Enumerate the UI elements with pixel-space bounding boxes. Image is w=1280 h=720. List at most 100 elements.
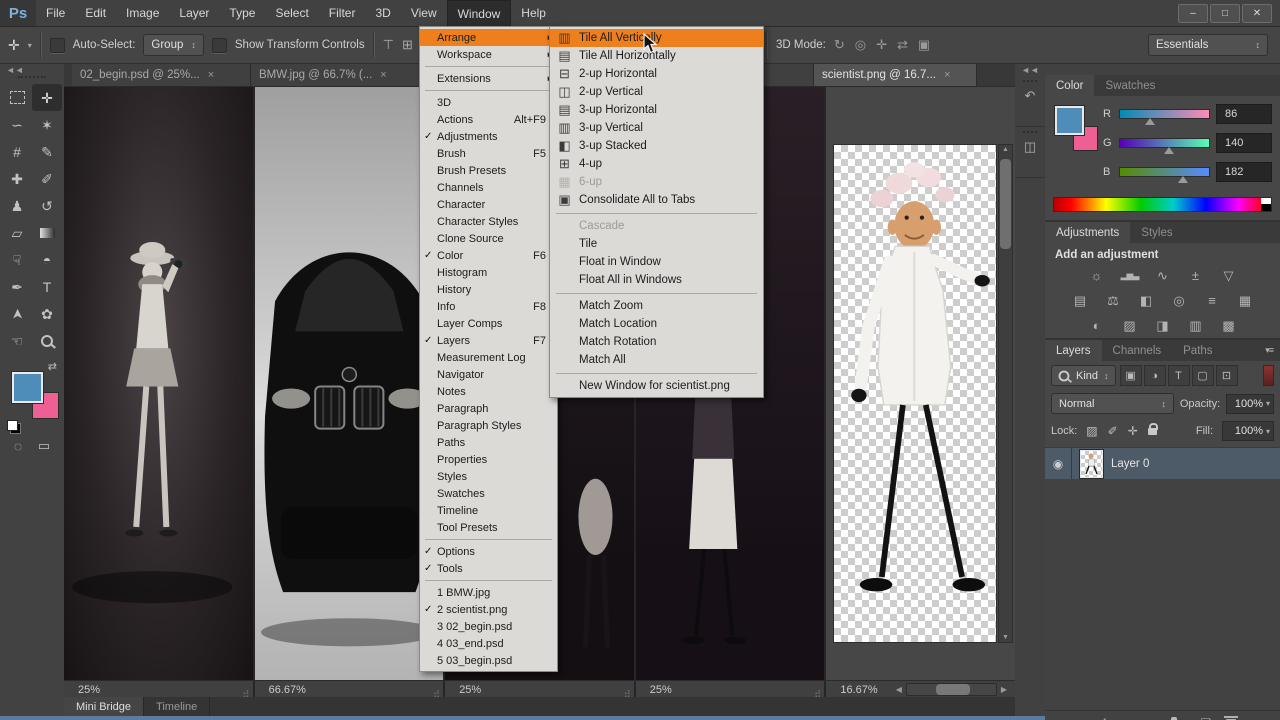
arrange-submenu-item[interactable]: ⊟ 2-up Horizontal [550,65,763,83]
scroll-left-icon[interactable]: ◀ [892,685,906,694]
menubar-item[interactable]: Select [265,0,318,26]
menubar-item[interactable]: Help [511,0,556,26]
window-menu-item[interactable]: ✓ Adjustments [420,128,557,145]
adjustment-icon[interactable]: ± [1184,266,1208,285]
adjustment-icon[interactable]: ▦ [1233,291,1257,310]
minimize-button[interactable]: – [1178,3,1208,23]
screen-mode-icon[interactable]: ▭ [38,438,50,454]
path-selection-tool[interactable]: ➤ [2,300,32,327]
horizontal-scroll-thumb[interactable] [936,684,971,695]
window-menu-item[interactable]: Arrange ► [420,29,557,46]
window-menu-item[interactable]: Styles [420,468,557,485]
channel-slider[interactable] [1119,167,1210,183]
lock-icon[interactable]: ✐ [1108,424,1118,438]
horizontal-scrollbar[interactable]: ◀ ▶ [892,683,1011,696]
hand-tool[interactable]: ☜ [2,327,32,354]
adjustment-icon[interactable]: ▤ [1068,291,1092,310]
auto-select-checkbox[interactable] [49,37,65,53]
panel-menu-icon[interactable]: ▾≡ [1265,340,1280,361]
window-menu-item[interactable]: Actions Alt+F9 [420,111,557,128]
quick-mask-icon[interactable]: ◌ [14,438,22,454]
layer-action-icon[interactable]: ◘ [1127,716,1134,720]
opacity-field[interactable]: 100% ▾ [1226,393,1274,414]
adjustment-icon[interactable]: ◨ [1151,316,1175,335]
menubar-item[interactable]: File [36,0,75,26]
layer-row[interactable]: ◉ Layer 0 [1045,448,1280,479]
lock-icon[interactable]: ✛ [1128,424,1138,438]
arrange-submenu-item[interactable]: ▤ 3-up Horizontal [550,101,763,119]
window-menu-item[interactable]: 5 03_begin.psd [420,652,557,669]
adjustment-icon[interactable]: ◎ [1167,291,1191,310]
scroll-right-icon[interactable]: ▶ [997,685,1011,694]
arrange-submenu-item[interactable]: Match Location [550,315,763,333]
healing-brush-tool[interactable]: ✚ [2,165,32,192]
adjustment-icon[interactable]: ≡ [1200,291,1224,310]
lock-icon[interactable] [1147,423,1158,435]
window-menu-item[interactable]: Brush F5 [420,145,557,162]
panel-tab[interactable]: Swatches [1094,75,1166,96]
distribute-centers-icon[interactable]: ⊞ [402,37,413,53]
window-menu-item[interactable]: Properties [420,451,557,468]
panel-tab[interactable]: Paths [1172,340,1223,361]
maximize-button[interactable]: □ [1210,3,1240,23]
collapse-tools-icon[interactable]: ◄◄ [0,64,64,76]
crop-tool[interactable]: # [2,138,32,165]
window-menu-item[interactable]: Paths [420,434,557,451]
zoom-level-field[interactable]: 25% [650,684,672,696]
window-menu-item[interactable]: ✓ Layers F7 [420,332,557,349]
layer-filter-icon[interactable]: ▢ [1191,365,1214,386]
panel-tab[interactable]: Channels [1102,340,1173,361]
eraser-tool[interactable]: ▱ [2,219,32,246]
type-tool[interactable]: T [32,273,62,300]
menubar-item[interactable]: Layer [169,0,219,26]
magic-wand-tool[interactable]: ✶ [32,111,62,138]
blend-mode-dropdown[interactable]: Normal ↕ [1051,393,1174,414]
window-menu-item[interactable]: Tool Presets [420,519,557,536]
window-menu-item[interactable]: Navigator [420,366,557,383]
layer-action-icon[interactable]: ∞ [1079,716,1088,720]
arrange-submenu-item[interactable]: ◧ 3-up Stacked [550,137,763,155]
tools-grip[interactable] [18,76,46,84]
lock-icon[interactable]: ▨ [1086,424,1097,438]
layer-filter-icon[interactable]: ◑ [1143,365,1166,386]
arrange-submenu-item[interactable]: Float in Window [550,253,763,271]
show-transform-checkbox[interactable] [211,37,227,53]
window-menu-item[interactable]: Paragraph Styles [420,417,557,434]
arrange-submenu-item[interactable]: New Window for scientist.png [550,377,763,395]
menubar-item[interactable]: Filter [319,0,366,26]
layer-action-icon[interactable]: ❏ [1200,716,1211,720]
close-button[interactable]: ✕ [1242,3,1272,23]
channel-slider[interactable] [1119,109,1210,125]
panel-tab[interactable]: Layers [1045,340,1102,361]
vertical-scrollbar[interactable]: ▲ ▼ [997,144,1013,643]
adjustment-icon[interactable]: ▽ [1217,266,1241,285]
window-menu-item[interactable]: Paragraph [420,400,557,417]
window-menu-item[interactable]: Extensions ► [420,70,557,87]
slider-thumb[interactable] [1178,176,1189,183]
menubar-item[interactable]: Image [116,0,169,26]
document-canvas-scientist[interactable] [833,144,997,643]
arrange-submenu-item[interactable]: Match Zoom [550,297,763,315]
adjustment-icon[interactable]: ☼ [1085,266,1109,285]
pen-tool[interactable]: ✒ [2,273,32,300]
arrange-submenu-item[interactable]: ▥ 3-up Vertical [550,119,763,137]
layer-thumbnail[interactable] [1079,448,1104,479]
window-menu-item[interactable]: Notes [420,383,557,400]
clone-stamp-tool[interactable]: ♟ [2,192,32,219]
close-tab-icon[interactable]: × [944,69,950,81]
workspace-dropdown[interactable]: Essentials ↕ [1148,34,1268,56]
layer-action-icon[interactable]: fx [1103,716,1112,720]
auto-select-dropdown[interactable]: Group ↕ [143,34,204,56]
channel-value-field[interactable]: 86 [1216,104,1272,124]
filter-toggle[interactable] [1263,365,1274,386]
brush-tool[interactable]: ✐ [32,165,62,192]
window-menu-item[interactable]: ✓ Options [420,543,557,560]
window-menu-item[interactable]: Brush Presets [420,162,557,179]
arrange-submenu-item[interactable]: ◫ 2-up Vertical [550,83,763,101]
adjustment-icon[interactable]: ▨ [1118,316,1142,335]
close-tab-icon[interactable]: × [208,69,214,81]
bottom-panel-tab[interactable]: Mini Bridge [64,697,145,716]
arrange-submenu-item[interactable]: ▣ Consolidate All to Tabs [550,191,763,209]
close-tab-icon[interactable]: × [380,69,386,81]
window-menu-item[interactable]: 4 03_end.psd [420,635,557,652]
